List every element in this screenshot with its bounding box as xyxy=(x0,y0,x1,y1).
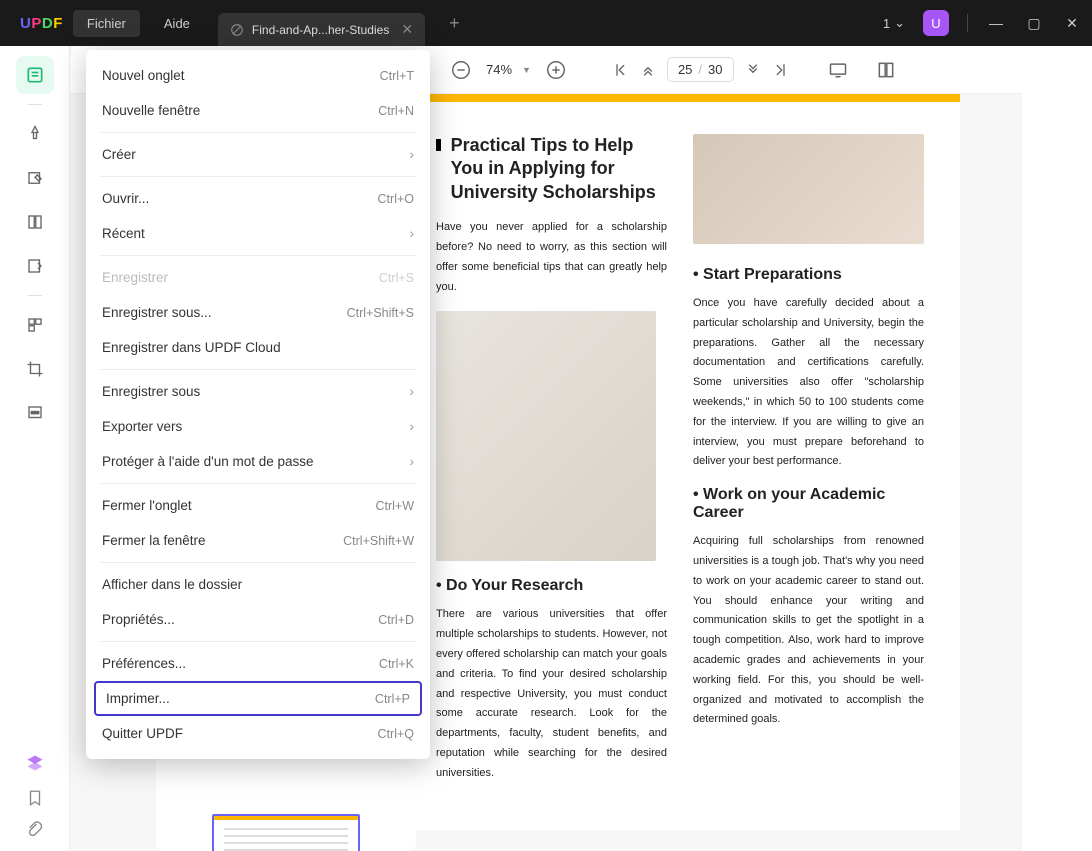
maximize-button[interactable]: ▢ xyxy=(1024,15,1044,32)
chevron-right-icon: › xyxy=(410,454,415,469)
highlight-icon[interactable] xyxy=(16,115,54,153)
menu-print[interactable]: Imprimer...Ctrl+P xyxy=(94,681,422,716)
tab-disabled-icon xyxy=(230,23,244,37)
zoom-value[interactable]: 74%▼ xyxy=(486,62,531,77)
next-page-icon[interactable] xyxy=(744,61,762,79)
menu-export[interactable]: Exporter vers› xyxy=(86,409,430,444)
minimize-button[interactable]: — xyxy=(986,15,1006,31)
close-button[interactable]: ✕ xyxy=(1062,15,1082,32)
menu-show-folder[interactable]: Afficher dans le dossier xyxy=(86,567,430,602)
menu-properties[interactable]: Propriétés...Ctrl+D xyxy=(86,602,430,637)
menu-save-cloud[interactable]: Enregistrer dans UPDF Cloud xyxy=(86,330,430,365)
zoom-out-icon[interactable] xyxy=(450,59,472,81)
chevron-right-icon: › xyxy=(410,147,415,162)
doc-subheading-research: Do Your Research xyxy=(436,577,667,595)
user-avatar[interactable]: U xyxy=(923,10,949,36)
page-thumbnail[interactable]: 25 xyxy=(212,814,360,851)
menu-file[interactable]: Fichier xyxy=(73,10,140,37)
document-tab[interactable]: Find-and-Ap...her-Studies ✕ xyxy=(218,13,425,46)
doc-image-laptop xyxy=(693,134,924,244)
doc-intro: Have you never applied for a scholarship… xyxy=(436,218,667,297)
tab-count[interactable]: 1⌄ xyxy=(883,15,905,31)
menu-close-tab[interactable]: Fermer l'ongletCtrl+W xyxy=(86,488,430,523)
doc-heading: Practical Tips to Help You in Applying f… xyxy=(451,134,667,204)
doc-image-student xyxy=(436,311,656,561)
file-menu: Nouvel ongletCtrl+T Nouvelle fenêtreCtrl… xyxy=(86,50,430,759)
chevron-right-icon: › xyxy=(410,384,415,399)
tab-close-icon[interactable]: ✕ xyxy=(401,21,413,38)
layers-icon[interactable] xyxy=(23,751,47,775)
new-tab-button[interactable]: + xyxy=(449,13,460,34)
menu-save-as-2[interactable]: Enregistrer sous› xyxy=(86,374,430,409)
page-layout-icon[interactable] xyxy=(16,203,54,241)
prev-page-icon[interactable] xyxy=(639,61,657,79)
menu-save-as[interactable]: Enregistrer sous...Ctrl+Shift+S xyxy=(86,295,430,330)
chevron-down-icon: ⌄ xyxy=(894,15,905,31)
view-mode-icon[interactable] xyxy=(876,60,896,80)
menu-save: EnregistrerCtrl+S xyxy=(86,260,430,295)
redact-icon[interactable] xyxy=(16,394,54,432)
left-sidebar xyxy=(0,46,70,851)
menu-open[interactable]: Ouvrir...Ctrl+O xyxy=(86,181,430,216)
menu-quit[interactable]: Quitter UPDFCtrl+Q xyxy=(86,716,430,751)
doc-para-prep: Once you have carefully decided about a … xyxy=(693,294,924,472)
menu-recent[interactable]: Récent› xyxy=(86,216,430,251)
menu-protect[interactable]: Protéger à l'aide d'un mot de passe› xyxy=(86,444,430,479)
menu-help[interactable]: Aide xyxy=(150,10,204,37)
first-page-icon[interactable] xyxy=(611,61,629,79)
chevron-right-icon: › xyxy=(410,419,415,434)
menu-new-tab[interactable]: Nouvel ongletCtrl+T xyxy=(86,58,430,93)
edit-text-icon[interactable] xyxy=(16,159,54,197)
doc-subheading-career: Work on your Academic Career xyxy=(693,486,924,522)
form-icon[interactable] xyxy=(16,247,54,285)
presentation-icon[interactable] xyxy=(828,60,848,80)
page-input[interactable]: 25/30 xyxy=(667,57,734,82)
menu-create[interactable]: Créer› xyxy=(86,137,430,172)
menu-close-window[interactable]: Fermer la fenêtreCtrl+Shift+W xyxy=(86,523,430,558)
app-logo: UPDF xyxy=(20,15,63,32)
tab-title: Find-and-Ap...her-Studies xyxy=(252,23,389,37)
menu-new-window[interactable]: Nouvelle fenêtreCtrl+N xyxy=(86,93,430,128)
chevron-right-icon: › xyxy=(410,226,415,241)
zoom-in-icon[interactable] xyxy=(545,59,567,81)
bookmark-icon[interactable] xyxy=(26,789,44,807)
doc-para-research: There are various universities that offe… xyxy=(436,605,667,783)
titlebar: UPDF Fichier Aide Find-and-Ap...her-Stud… xyxy=(0,0,1092,46)
reader-mode-icon[interactable] xyxy=(16,56,54,94)
doc-para-career: Acquiring full scholarships from renowne… xyxy=(693,532,924,730)
attachment-icon[interactable] xyxy=(26,821,44,839)
crop-icon[interactable] xyxy=(16,350,54,388)
menu-preferences[interactable]: Préférences...Ctrl+K xyxy=(86,646,430,681)
page-canvas: Practical Tips to Help You in Applying f… xyxy=(400,94,960,830)
last-page-icon[interactable] xyxy=(772,61,790,79)
doc-subheading-prep: Start Preparations xyxy=(693,266,924,284)
organize-icon[interactable] xyxy=(16,306,54,344)
